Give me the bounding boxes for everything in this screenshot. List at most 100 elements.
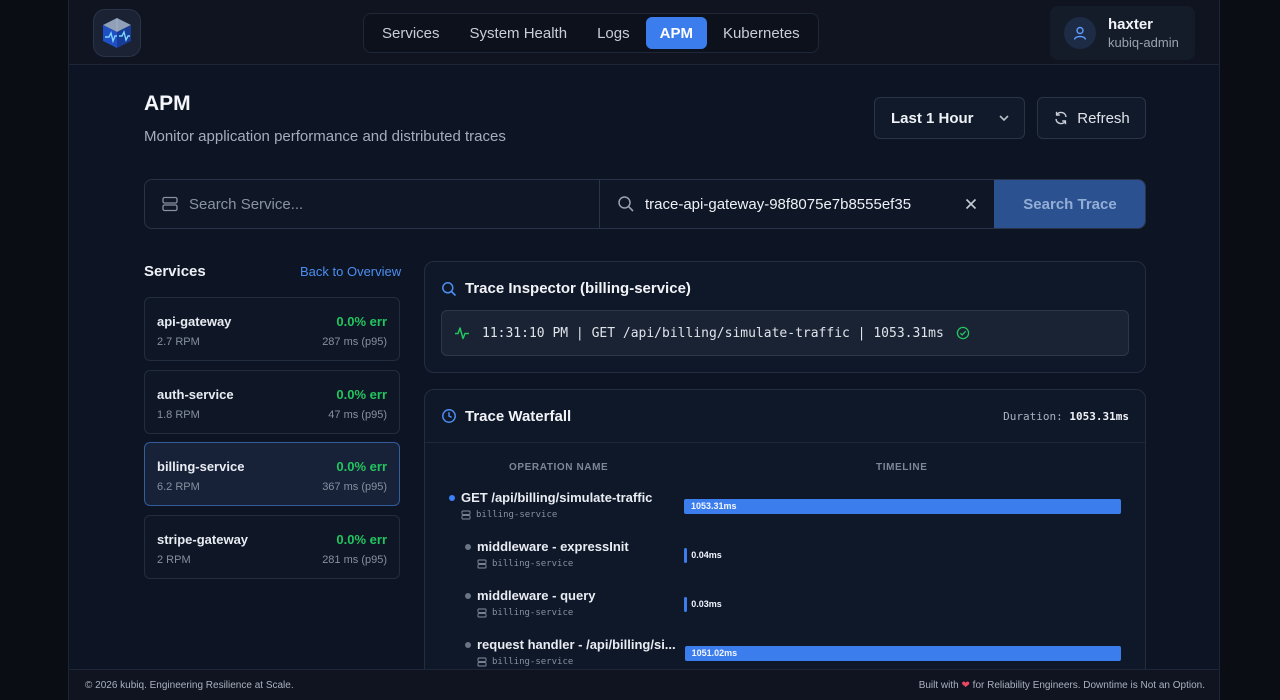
nav-tab-system-health[interactable]: System Health bbox=[456, 17, 582, 49]
service-error-rate: 0.0% err bbox=[336, 387, 387, 402]
server-icon bbox=[477, 608, 487, 618]
avatar bbox=[1064, 17, 1096, 49]
main-nav: Services System Health Logs APM Kubernet… bbox=[363, 13, 819, 53]
service-latency: 281 ms (p95) bbox=[322, 554, 387, 566]
time-range-value: Last 1 Hour bbox=[891, 109, 974, 127]
nav-tab-apm[interactable]: APM bbox=[645, 17, 707, 49]
trace-waterfall-title: Trace Waterfall bbox=[465, 408, 572, 425]
duration-value: 1053.31ms bbox=[1069, 410, 1129, 423]
service-name: stripe-gateway bbox=[157, 532, 249, 547]
span-duration-label: 0.03ms bbox=[691, 599, 722, 609]
user-menu[interactable]: haxter kubiq-admin bbox=[1050, 6, 1195, 60]
trace-summary-text: 11:31:10 PM | GET /api/billing/simulate-… bbox=[482, 325, 944, 341]
time-range-select[interactable]: Last 1 Hour bbox=[874, 97, 1025, 139]
service-rpm: 6.2 RPM bbox=[157, 481, 200, 493]
server-icon bbox=[477, 657, 487, 667]
kubiq-logo[interactable] bbox=[93, 9, 141, 57]
refresh-label: Refresh bbox=[1077, 109, 1130, 127]
span-timeline-bar[interactable] bbox=[684, 548, 688, 563]
span-bullet bbox=[465, 593, 471, 599]
clock-icon bbox=[442, 409, 456, 423]
service-search-input[interactable]: Search Service... bbox=[145, 180, 600, 228]
service-rpm: 2.7 RPM bbox=[157, 336, 200, 348]
server-icon bbox=[461, 510, 471, 520]
span-row[interactable]: GET /api/billing/simulate-traffic billing… bbox=[425, 487, 1145, 536]
span-service: billing-service bbox=[477, 559, 573, 569]
refresh-button[interactable]: Refresh bbox=[1037, 97, 1146, 139]
service-name: billing-service bbox=[157, 459, 245, 474]
service-name: api-gateway bbox=[157, 314, 232, 329]
user-role: kubiq-admin bbox=[1108, 35, 1179, 50]
span-operation-name: middleware - query bbox=[477, 588, 596, 603]
service-card-auth-service[interactable]: auth-service 0.0% err 1.8 RPM 47 ms (p95… bbox=[144, 370, 400, 434]
user-info: haxter kubiq-admin bbox=[1108, 16, 1179, 50]
duration-label: Duration: bbox=[1003, 410, 1063, 423]
span-service: billing-service bbox=[477, 657, 573, 667]
span-service: billing-service bbox=[461, 510, 557, 520]
trace-search-input[interactable]: trace-api-gateway-98f8075e7b8555ef35 bbox=[601, 180, 994, 228]
chevron-down-icon bbox=[999, 115, 1009, 122]
page-title: APM bbox=[144, 92, 191, 115]
span-service-name: billing-service bbox=[492, 559, 574, 569]
search-trace-button[interactable]: Search Trace bbox=[994, 180, 1145, 228]
span-bullet bbox=[465, 544, 471, 550]
server-icon bbox=[477, 559, 487, 569]
span-row[interactable]: middleware - query billing-service 0.03ms bbox=[425, 585, 1145, 634]
service-card-stripe-gateway[interactable]: stripe-gateway 0.0% err 2 RPM 281 ms (p9… bbox=[144, 515, 400, 579]
service-rpm: 2 RPM bbox=[157, 554, 191, 566]
service-latency: 47 ms (p95) bbox=[328, 409, 387, 421]
span-operation-name: GET /api/billing/simulate-traffic bbox=[461, 490, 653, 505]
span-bullet bbox=[449, 495, 455, 501]
top-bar: Services System Health Logs APM Kubernet… bbox=[69, 0, 1219, 65]
span-duration-label: 1051.02ms bbox=[691, 648, 738, 658]
column-header-operation: OPERATION NAME bbox=[509, 462, 609, 473]
back-to-overview-link[interactable]: Back to Overview bbox=[300, 264, 401, 279]
span-bullet bbox=[465, 642, 471, 648]
footer-tagline-prefix: Built with bbox=[918, 679, 959, 691]
check-circle-icon bbox=[956, 326, 970, 340]
service-error-rate: 0.0% err bbox=[336, 314, 387, 329]
footer-tagline-suffix: for Reliability Engineers. Downtime is N… bbox=[972, 679, 1205, 691]
waterfall-header: Trace Waterfall Duration: 1053.31ms bbox=[425, 390, 1145, 443]
nav-tab-kubernetes[interactable]: Kubernetes bbox=[709, 17, 814, 49]
service-latency: 287 ms (p95) bbox=[322, 336, 387, 348]
user-icon bbox=[1073, 26, 1087, 40]
service-card-billing-service[interactable]: billing-service 0.0% err 6.2 RPM 367 ms … bbox=[144, 442, 400, 506]
footer: © 2026 kubiq. Engineering Resilience at … bbox=[69, 669, 1219, 700]
close-icon bbox=[965, 198, 977, 210]
trace-summary-row[interactable]: 11:31:10 PM | GET /api/billing/simulate-… bbox=[441, 310, 1129, 356]
trace-inspector-title: Trace Inspector (billing-service) bbox=[465, 280, 691, 297]
service-rpm: 1.8 RPM bbox=[157, 409, 200, 421]
span-duration-label: 0.04ms bbox=[691, 550, 722, 560]
app-window: Services System Health Logs APM Kubernet… bbox=[68, 0, 1220, 700]
cube-logo-icon bbox=[103, 18, 131, 48]
service-card-api-gateway[interactable]: api-gateway 0.0% err 2.7 RPM 287 ms (p95… bbox=[144, 297, 400, 361]
search-icon bbox=[442, 282, 457, 297]
service-error-rate: 0.0% err bbox=[336, 459, 387, 474]
service-error-rate: 0.0% err bbox=[336, 532, 387, 547]
trace-waterfall-panel: Trace Waterfall Duration: 1053.31ms OPER… bbox=[424, 389, 1146, 700]
nav-tab-services[interactable]: Services bbox=[368, 17, 454, 49]
span-timeline-bar[interactable] bbox=[684, 646, 1121, 661]
span-timeline-bar[interactable] bbox=[684, 597, 688, 612]
search-icon bbox=[618, 196, 634, 212]
trace-inspector-panel: Trace Inspector (billing-service) 11:31:… bbox=[424, 261, 1146, 373]
clear-search-button[interactable] bbox=[961, 194, 981, 214]
service-name: auth-service bbox=[157, 387, 234, 402]
nav-tab-logs[interactable]: Logs bbox=[583, 17, 644, 49]
span-duration-label: 1053.31ms bbox=[691, 501, 737, 511]
service-search-placeholder: Search Service... bbox=[189, 195, 304, 213]
span-service-name: billing-service bbox=[492, 608, 574, 618]
heart-icon: ❤ bbox=[961, 679, 970, 691]
span-row[interactable]: middleware - expressInit billing-service 0… bbox=[425, 536, 1145, 585]
span-service-name: billing-service bbox=[492, 657, 574, 667]
activity-icon bbox=[455, 327, 469, 340]
span-timeline-bar[interactable] bbox=[684, 499, 1121, 514]
footer-tagline: Built with ❤ for Reliability Engineers. … bbox=[919, 680, 1205, 691]
page-subtitle: Monitor application performance and dist… bbox=[144, 128, 506, 145]
refresh-icon bbox=[1055, 111, 1067, 125]
span-operation-name: middleware - expressInit bbox=[477, 539, 629, 554]
column-header-timeline: TIMELINE bbox=[876, 462, 928, 473]
span-service-name: billing-service bbox=[476, 510, 558, 520]
server-icon bbox=[162, 196, 178, 212]
